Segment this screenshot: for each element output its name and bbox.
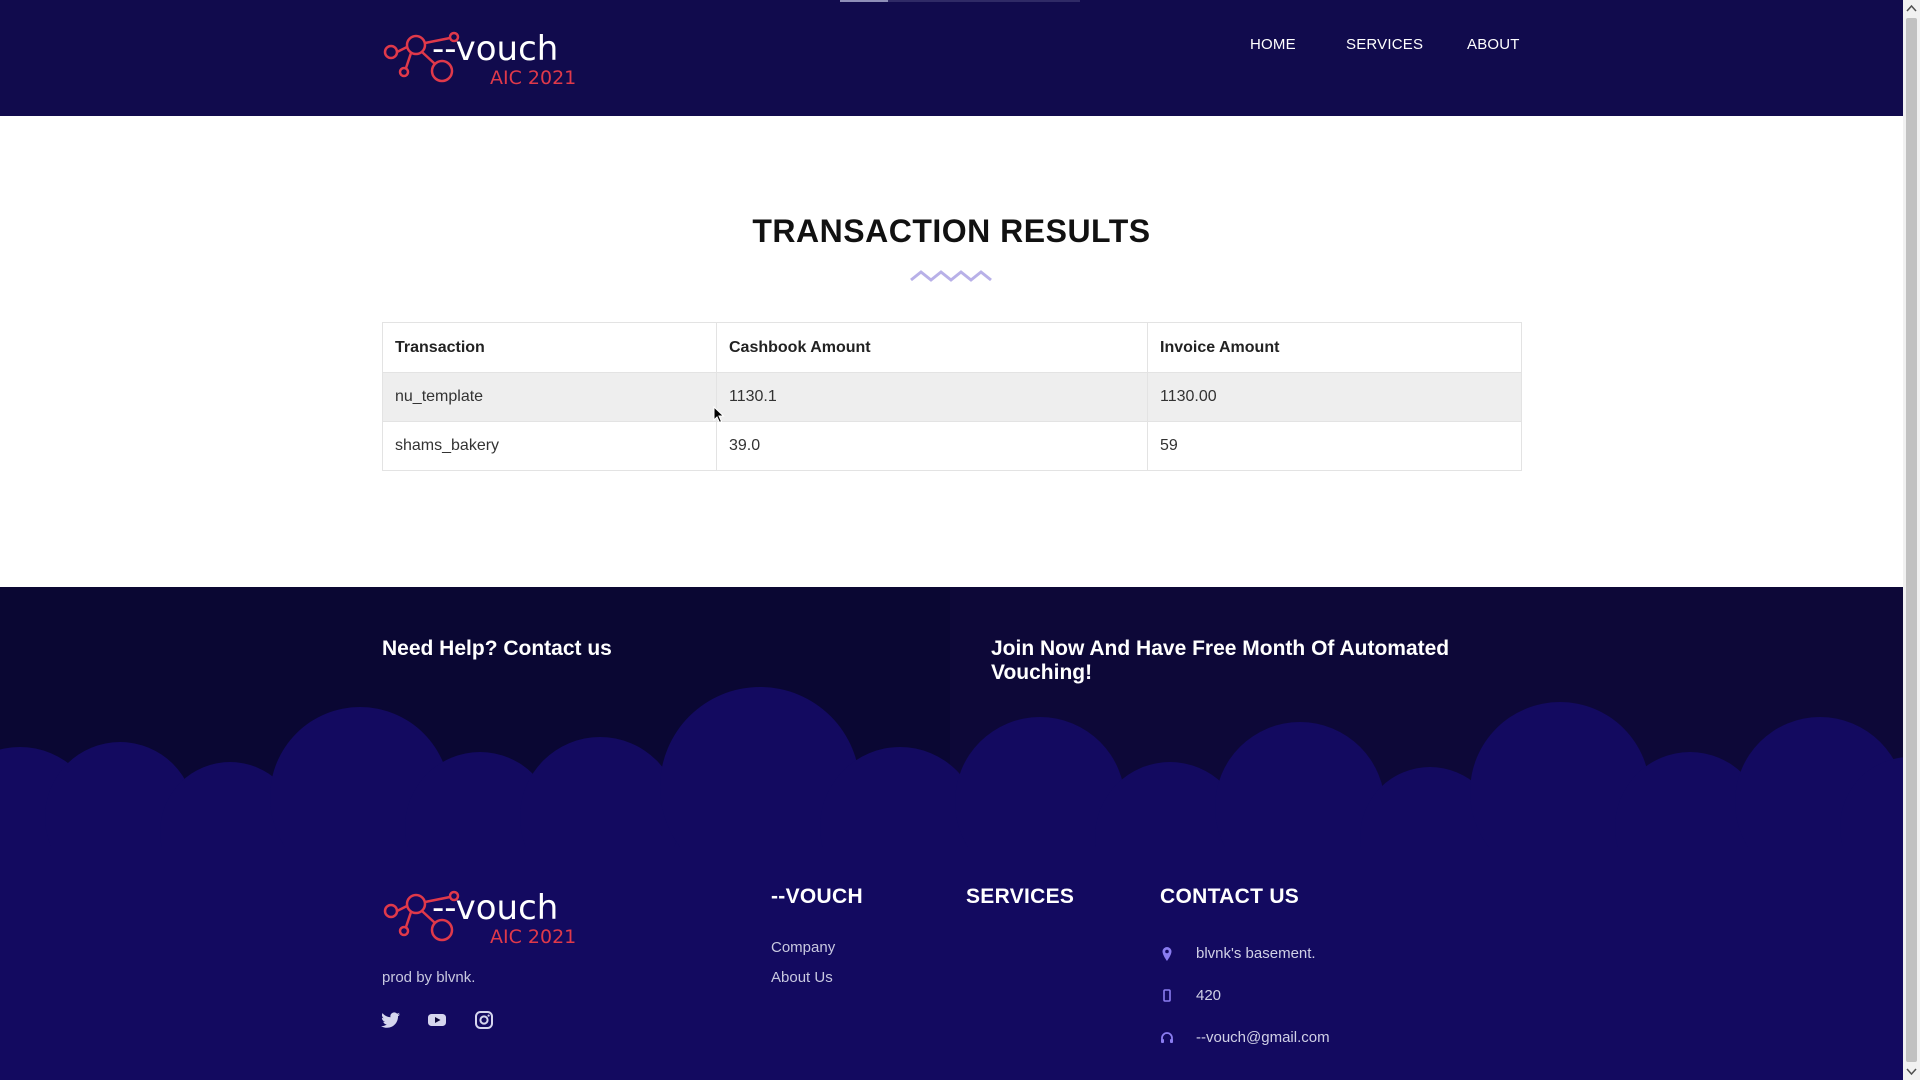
table-cell: 59 (1147, 421, 1522, 471)
contact-phone-text: 420 (1196, 987, 1222, 1004)
column-header: Cashbook Amount (716, 322, 1148, 373)
page: --vouch AIC 2021 HOME SERVICES ABOUT TRA… (0, 0, 1903, 1080)
scroll-up-arrow-icon[interactable] (1903, 0, 1920, 17)
prod-credit: prod by blvnk. (382, 969, 476, 986)
logo-tagline: AIC 2021 (490, 67, 576, 88)
loading-bar (840, 0, 1080, 2)
footer-link-about-us[interactable]: About Us (771, 969, 833, 986)
site-footer: Need Help? Contact us Join Now And Have … (0, 587, 1903, 1080)
nav-home[interactable]: HOME (1250, 36, 1296, 53)
contact-address-text: blvnk's basement. (1196, 945, 1316, 962)
help-heading: Need Help? Contact us (382, 637, 612, 660)
footer-col-contact-title: CONTACT US (1160, 885, 1300, 908)
table-cell: 1130.1 (716, 372, 1148, 422)
vertical-scrollbar[interactable] (1903, 0, 1920, 1080)
contact-email-text[interactable]: --vouch@gmail.com (1196, 1029, 1330, 1046)
mouse-cursor-icon (713, 406, 725, 424)
column-header: Invoice Amount (1147, 322, 1522, 373)
site-logo[interactable]: --vouch AIC 2021 (382, 28, 582, 88)
scroll-down-arrow-icon[interactable] (1903, 1063, 1920, 1080)
table-header-row: Transaction Cashbook Amount Invoice Amou… (382, 322, 1522, 373)
page-title: TRANSACTION RESULTS (752, 213, 1151, 249)
footer-bottom-bg (0, 827, 1903, 1080)
join-heading: Join Now And Have Free Month Of Automate… (991, 637, 1450, 684)
logo-tagline: AIC 2021 (490, 926, 576, 947)
table-cell: nu_template (382, 372, 717, 422)
nav-about[interactable]: ABOUT (1467, 36, 1520, 53)
headset-icon (1161, 1032, 1173, 1043)
instagram-icon[interactable] (474, 1011, 494, 1029)
youtube-icon[interactable] (427, 1011, 447, 1029)
site-header: --vouch AIC 2021 HOME SERVICES ABOUT (0, 0, 1903, 116)
table-cell: shams_bakery (382, 421, 717, 471)
footer-col-services-title: SERVICES (966, 885, 1075, 908)
twitter-icon[interactable] (381, 1011, 401, 1029)
footer-logo[interactable]: --vouch AIC 2021 (382, 887, 582, 947)
footer-link-company[interactable]: Company (771, 939, 835, 956)
table-row: nu_template 1130.1 1130.00 (382, 372, 1522, 422)
nav-services[interactable]: SERVICES (1346, 36, 1423, 53)
transaction-results-table: Transaction Cashbook Amount Invoice Amou… (382, 322, 1522, 471)
logo-wordmark: --vouch (432, 29, 558, 69)
table-cell: 39.0 (716, 421, 1148, 471)
phone-icon (1163, 989, 1171, 1002)
column-header: Transaction (382, 322, 717, 373)
footer-col-vouch-title: --VOUCH (771, 885, 863, 908)
table-row: shams_bakery 39.0 59 (382, 421, 1522, 471)
scrollbar-thumb[interactable] (1906, 18, 1917, 1062)
cloud-divider (0, 687, 1903, 847)
table-cell: 1130.00 (1147, 372, 1522, 422)
title-divider-icon (910, 270, 992, 282)
logo-wordmark: --vouch (432, 888, 558, 928)
map-pin-icon (1162, 947, 1172, 961)
